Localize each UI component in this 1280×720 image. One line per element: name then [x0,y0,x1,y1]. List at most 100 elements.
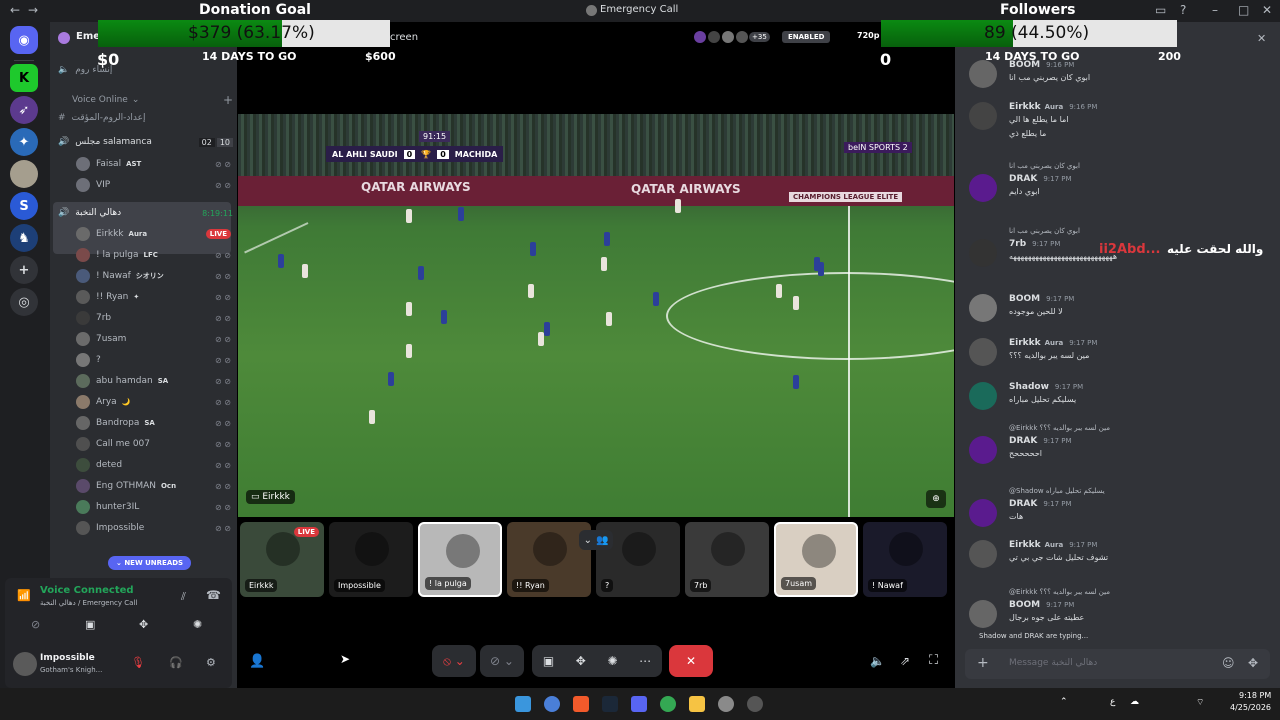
participant-tile[interactable]: 7rb [685,522,769,597]
disconnect-icon[interactable]: ☎ [206,588,221,602]
apps-icon[interactable]: ✥ [1248,656,1258,670]
voice-user[interactable]: ! Nawaf シオリン ⊘ ⊘ [76,266,231,286]
attach-plus-icon[interactable]: + [977,655,989,671]
message-input[interactable]: Message دهالي النخبة [1009,658,1097,668]
avatar[interactable] [969,600,997,628]
author-name[interactable]: BOOM 9:17 PM [1009,600,1074,610]
soundboard-icon[interactable]: ✺ [193,618,202,631]
voice-user[interactable]: Eng OTHMAN Ocn ⊘ ⊘ [76,476,231,496]
participant-tile[interactable]: Impossible [329,522,413,597]
voice-user[interactable]: Impossible ⊘ ⊘ [76,518,231,538]
maximize-button[interactable]: □ [1238,3,1249,17]
chrome-icon[interactable] [660,696,676,712]
stream-video[interactable]: QATAR AIRWAYS QATAR AIRWAYS CHAMPIONS LE… [238,114,954,517]
add-channel-icon[interactable]: + [223,93,233,107]
voice-user[interactable]: hunter3IL ⊘ ⊘ [76,497,231,517]
headphones-icon[interactable]: 🎧 [169,656,183,669]
emoji-icon[interactable]: ☺ [1222,656,1235,670]
steam-icon[interactable] [602,696,618,712]
temp-channel[interactable]: # إعداد-الروم-المؤقت [58,108,233,128]
reply-preview[interactable]: @Shadow يسليكم تحليل مباراه [1009,487,1105,495]
inbox-icon[interactable]: ▭ [1155,3,1166,17]
volume-icon[interactable]: 🔈 [870,654,885,668]
mute-toggle-button[interactable]: ⦸ ⌄ [432,645,476,677]
voice-user[interactable]: deted ⊘ ⊘ [76,455,231,475]
voice-user[interactable]: 7usam ⊘ ⊘ [76,329,231,349]
avatar[interactable] [969,102,997,130]
voice-user[interactable]: VIP ⊘ ⊘ [76,175,231,195]
author-name[interactable]: Shadow 9:17 PM [1009,382,1083,392]
new-unreads-pill[interactable]: ⌄ NEW UNREADS [108,556,192,570]
windows-start-icon[interactable] [515,696,531,712]
activities-icon[interactable]: ✥ [139,618,148,631]
reply-preview[interactable]: @Eirkkk مين لسه يبر بوالديه ؟؟؟ [1009,588,1110,596]
back-button[interactable]: ← [10,3,20,17]
author-name[interactable]: Eirkkk Aura 9:17 PM [1009,540,1097,550]
app-icon[interactable] [544,696,560,712]
screen-share-icon[interactable]: ▣ [543,654,554,668]
server-icon-active[interactable] [10,160,38,188]
clock-date[interactable]: 4/25/2026 [1230,703,1271,712]
lang-indicator[interactable]: ع [1110,697,1115,707]
voice-user[interactable]: Bandropa SA ⊘ ⊘ [76,413,231,433]
server-icon-3[interactable]: ✦ [10,128,38,156]
participant-tile[interactable]: ! Nawaf [863,522,947,597]
wifi-icon[interactable]: ⌔ [1196,697,1204,708]
avatar[interactable] [969,540,997,568]
close-chat-icon[interactable]: ✕ [1257,32,1266,45]
noise-suppression-icon[interactable]: ⫽ [181,590,186,604]
author-name[interactable]: Eirkkk Aura 9:16 PM [1009,102,1097,112]
activities-icon[interactable]: ✥ [576,654,586,668]
server-icon-2[interactable]: ➶ [10,96,38,124]
avatar[interactable] [969,60,997,88]
reply-preview[interactable]: ابوي كان يصربني مب انا [1009,162,1080,170]
avatar[interactable] [969,294,997,322]
screen-share-icon[interactable]: ▣ [85,618,95,631]
author-name[interactable]: DRAK 9:17 PM [1009,499,1072,509]
reply-preview[interactable]: @Eirkkk مين لسه يبر بوالديه ؟؟؟ [1009,424,1110,432]
popout-icon[interactable]: ⇗ [900,654,910,668]
tray-chevron-icon[interactable]: ⌃ [1060,697,1068,707]
discord-home-icon[interactable]: ◉ [10,26,38,54]
author-name[interactable]: DRAK 9:17 PM [1009,436,1072,446]
server-icon-5[interactable]: S [10,192,38,220]
voice-channel-salamanca[interactable]: 🔊 مجلس salamanca 02 10 [58,132,233,152]
voice-user[interactable]: Eirkkk Aura LIVE [76,224,231,244]
participant-tile[interactable]: ! la pulga [418,522,502,597]
create-room-channel[interactable]: 🔈 إنشاء روم [58,60,233,80]
add-server-icon[interactable]: + [10,256,38,284]
clock-time[interactable]: 9:18 PM [1239,691,1271,700]
participant-tile[interactable]: LIVE Eirkkk [240,522,324,597]
voice-channel-active[interactable]: 🔊 دهالي النخبة 8:19:11 [58,203,233,223]
kick-server-icon[interactable]: K [10,64,38,92]
collapse-participants[interactable]: ⌄ 👥 [579,530,613,550]
app-icon[interactable] [747,696,763,712]
voice-user[interactable]: abu hamdan SA ⊘ ⊘ [76,371,231,391]
author-name[interactable]: BOOM 9:17 PM [1009,294,1074,304]
voice-location[interactable]: دهالي النخبة / Emergency Call [40,599,137,607]
avatar[interactable] [969,174,997,202]
avatar[interactable] [969,338,997,366]
voice-user[interactable]: ! la pulga LFC ⊘ ⊘ [76,245,231,265]
disconnect-button[interactable]: ✕ [669,645,713,677]
soundboard-icon[interactable]: ✺ [607,654,617,668]
participant-tile[interactable]: 7usam [774,522,858,597]
category-voice-online[interactable]: Voice Online ⌄ + [58,90,233,110]
close-button[interactable]: ✕ [1262,3,1272,17]
author-name[interactable]: 7rb 9:17 PM [1009,239,1060,249]
avatar[interactable] [969,499,997,527]
user-avatar[interactable] [13,652,37,676]
forward-button[interactable]: → [28,3,38,17]
voice-user[interactable]: 7rb ⊘ ⊘ [76,308,231,328]
invite-icon[interactable]: 👤 [249,654,265,669]
voice-user[interactable]: Call me 007 ⊘ ⊘ [76,434,231,454]
author-name[interactable]: DRAK 9:17 PM [1009,174,1072,184]
mic-muted-icon[interactable]: 🎙 [131,656,145,669]
server-icon-6[interactable]: ♞ [10,224,38,252]
voice-user[interactable]: Arya 🌙 ⊘ ⊘ [76,392,231,412]
voice-status[interactable]: Voice Connected [40,585,134,596]
explore-icon[interactable]: ◎ [10,288,38,316]
reply-preview[interactable]: ابوي كان يصربني مب انا [1009,227,1080,235]
voice-user[interactable]: ? ⊘ ⊘ [76,350,231,370]
zoom-icon[interactable]: ⊕ [926,490,946,508]
